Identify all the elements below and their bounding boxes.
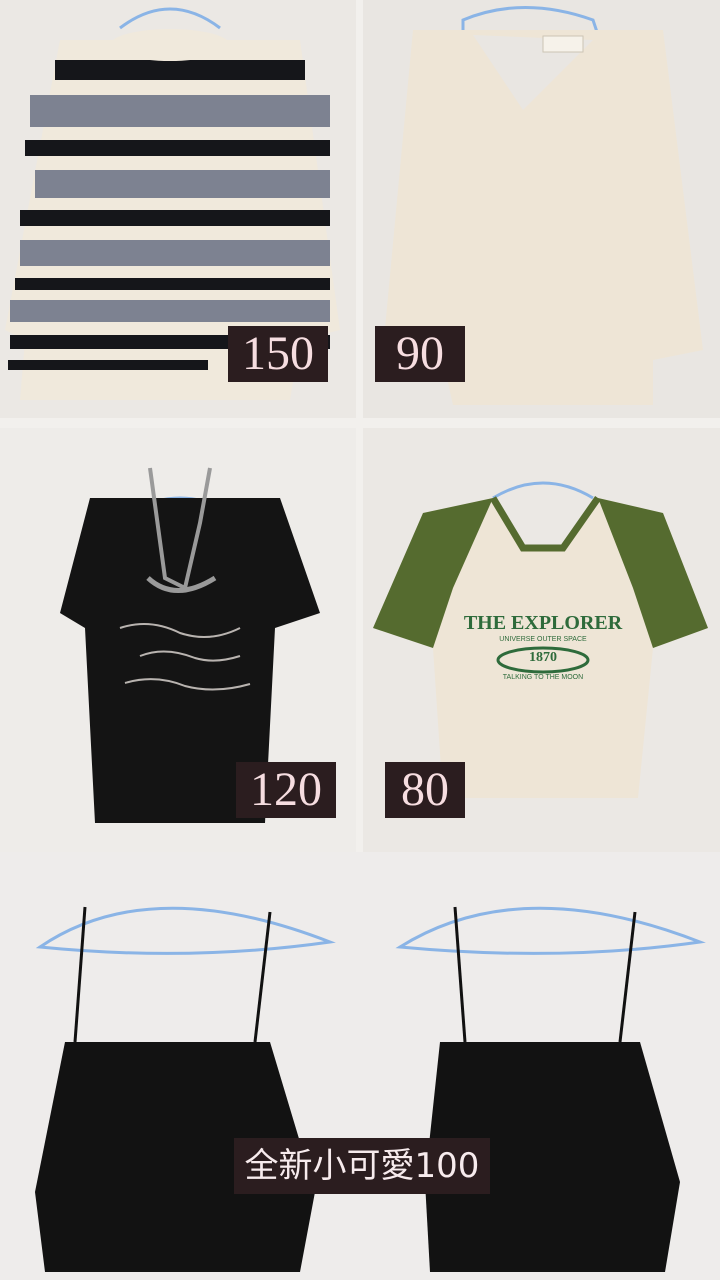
print-subtitle: UNIVERSE OUTER SPACE (499, 636, 587, 643)
price-label: 150 (228, 326, 328, 382)
print-title: THE EXPLORER (463, 612, 623, 634)
photo-cream-sweater: 90 (363, 0, 720, 418)
photo-black-tee: 120 (0, 428, 356, 852)
price-label: 90 (375, 326, 465, 382)
price-label: 120 (236, 762, 336, 818)
print-tagline: TALKING TO THE MOON (502, 674, 584, 681)
price-label: 80 (385, 762, 465, 818)
price-label: 全新小可愛100 (234, 1138, 490, 1194)
photo-camisoles: 全新小可愛100 (0, 852, 720, 1280)
print-badge: 1870 (529, 650, 557, 665)
photo-explorer-tee: THE EXPLORER UNIVERSE OUTER SPACE 1870 T… (363, 428, 720, 852)
photo-striped-sweater: 150 (0, 0, 356, 418)
